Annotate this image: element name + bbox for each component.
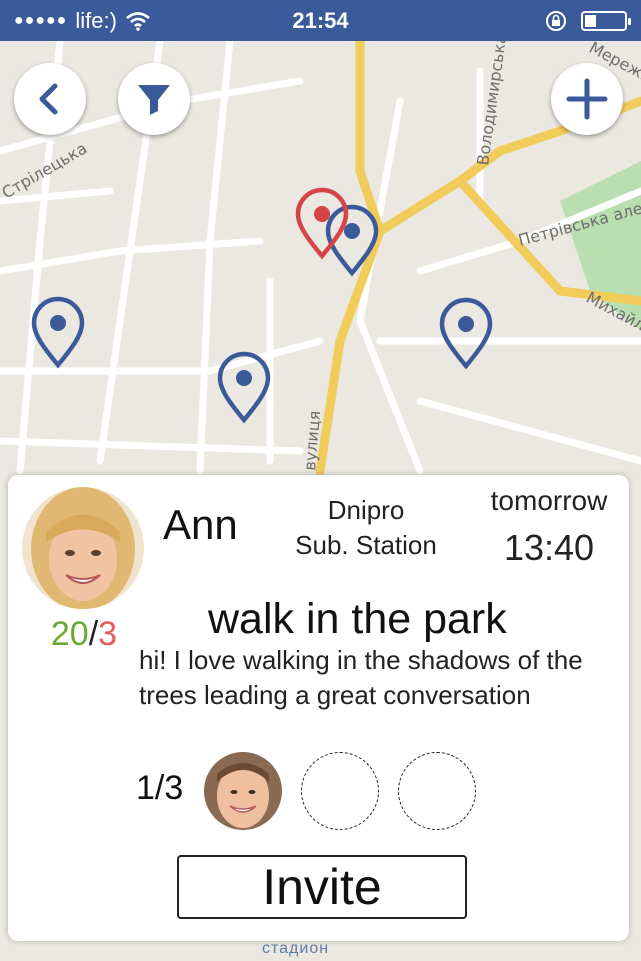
host-rating: 20/3 bbox=[24, 615, 144, 654]
host-avatar[interactable] bbox=[22, 487, 144, 609]
event-description: hi! I love walking in the shadows of the… bbox=[139, 645, 583, 710]
map-pin-selected[interactable] bbox=[292, 184, 352, 260]
location-line-1: Dnipro bbox=[327, 495, 405, 525]
event-card[interactable]: Ann Dnipro Sub. Station tomorrow 13:40 2… bbox=[8, 475, 629, 941]
participants-count: 1/3 bbox=[136, 769, 184, 807]
status-bar: ●●●●● life:) 21:54 bbox=[0, 0, 641, 41]
rating-negative: 3 bbox=[98, 615, 118, 653]
rotation-lock-icon bbox=[546, 10, 566, 31]
host-photo bbox=[22, 487, 144, 609]
add-button[interactable] bbox=[551, 63, 623, 135]
rating-positive: 20 bbox=[50, 615, 89, 653]
rating-separator: / bbox=[88, 615, 99, 653]
battery-level bbox=[585, 14, 597, 27]
plus-icon bbox=[566, 78, 608, 120]
host-name: Ann bbox=[163, 501, 238, 548]
participant-avatar[interactable] bbox=[204, 752, 282, 830]
map-label-stadium: стадион bbox=[262, 940, 330, 957]
map-pin[interactable] bbox=[214, 348, 274, 424]
empty-participant-slot[interactable] bbox=[398, 752, 476, 830]
wifi-icon bbox=[126, 11, 150, 31]
invite-button[interactable]: Invite bbox=[177, 855, 467, 919]
status-icons bbox=[545, 10, 631, 32]
clock: 21:54 bbox=[292, 7, 349, 33]
map-pin[interactable] bbox=[28, 293, 88, 369]
carrier-group: ●●●●● life:) bbox=[14, 8, 151, 34]
battery-icon bbox=[581, 10, 631, 31]
event-title: walk in the park bbox=[208, 595, 507, 643]
chevron-left-icon bbox=[39, 83, 58, 115]
empty-participant-slot[interactable] bbox=[301, 752, 379, 830]
back-button[interactable] bbox=[14, 63, 86, 135]
carrier-label: life:) bbox=[75, 7, 117, 33]
event-location: Dnipro Sub. Station bbox=[278, 493, 454, 563]
event-day: tomorrow bbox=[490, 485, 608, 516]
signal-icon: ●●●●● bbox=[14, 11, 68, 29]
map-pin[interactable] bbox=[436, 294, 496, 370]
event-time: 13:40 bbox=[503, 527, 595, 568]
filter-button[interactable] bbox=[118, 63, 190, 135]
participant-photo bbox=[204, 752, 282, 830]
filter-icon bbox=[138, 85, 170, 115]
location-line-2: Sub. Station bbox=[295, 530, 437, 560]
